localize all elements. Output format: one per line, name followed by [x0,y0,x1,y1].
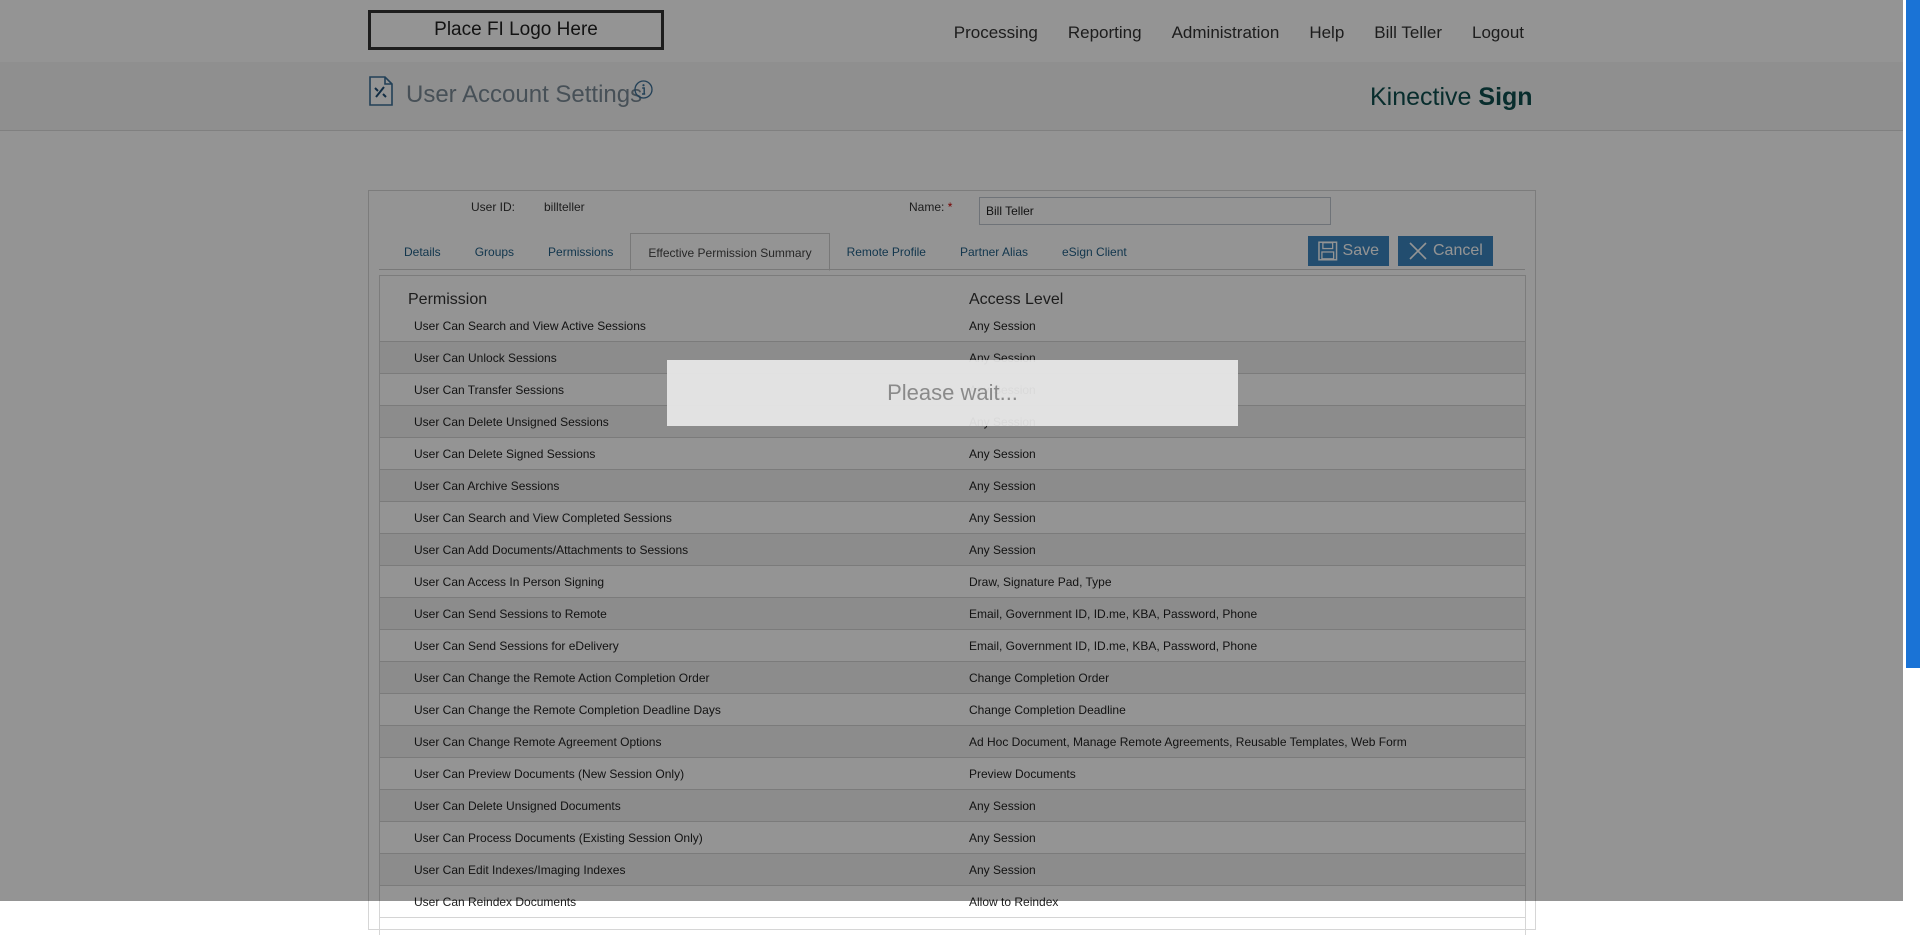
please-wait-message: Please wait... [887,380,1018,405]
please-wait-dialog: Please wait... [667,360,1238,426]
scrollbar-thumb[interactable] [1906,0,1920,668]
modal-backdrop [0,0,1903,901]
